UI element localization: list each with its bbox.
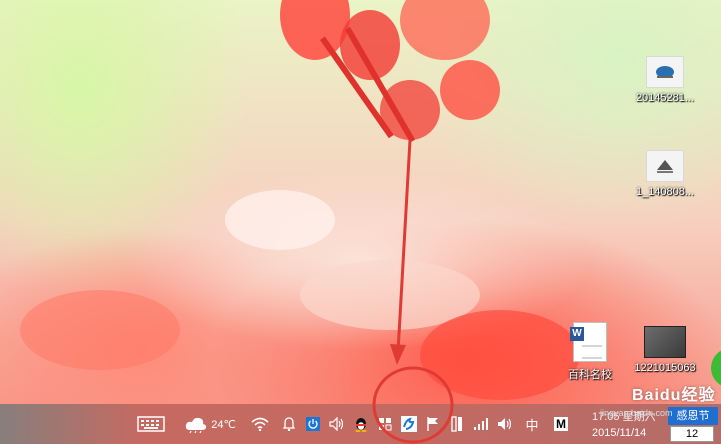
annotation-arrow xyxy=(396,139,412,353)
annotation-overlay xyxy=(372,139,454,444)
annotation-arrowhead xyxy=(390,344,406,365)
annotation-circle xyxy=(372,366,454,444)
